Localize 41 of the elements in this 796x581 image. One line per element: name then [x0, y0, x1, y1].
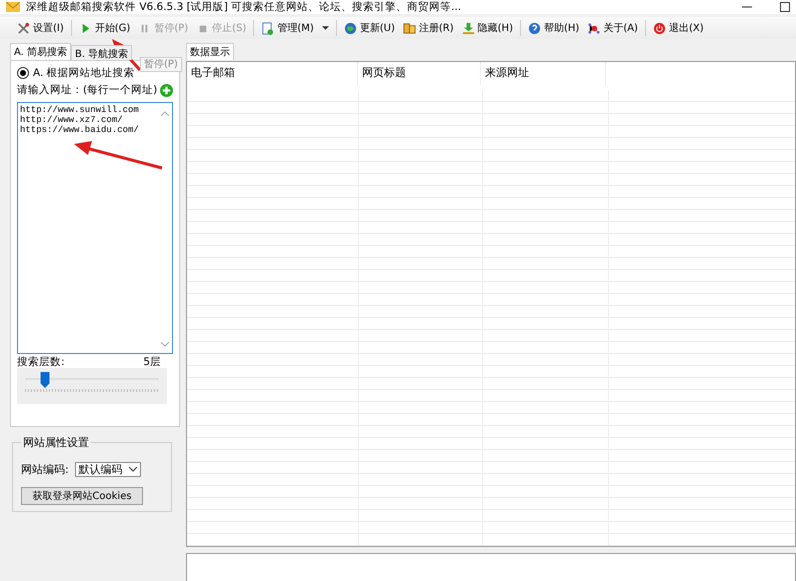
- power-icon: [652, 22, 666, 34]
- toolbar-button[interactable]: 更新(U): [340, 18, 398, 38]
- tab[interactable]: A. 简易搜索: [10, 43, 72, 60]
- nodes-icon: [587, 22, 600, 34]
- column-header[interactable]: 网页标题: [358, 62, 481, 85]
- column-header[interactable]: 电子邮箱: [187, 62, 358, 85]
- window-title: 深维超级邮箱搜索软件 V6.6.5.3 [试用版] 可搜索任意网站、论坛、搜索引擎、商贸网等...: [26, 0, 462, 14]
- toolbar-button[interactable]: 开始(G): [76, 18, 134, 38]
- help-icon: [528, 22, 541, 34]
- toolbar-button[interactable]: 隐藏(H): [458, 18, 516, 38]
- maximize-button[interactable]: [780, 2, 790, 12]
- url-prompt: 请输入网址：(每行一个网址): [17, 83, 158, 97]
- toolbar-button[interactable]: 帮助(H): [524, 18, 582, 38]
- tooltip: 暂停(P): [140, 57, 182, 72]
- encoding-dropdown[interactable]: 默认编码: [74, 462, 141, 476]
- download-icon: [462, 22, 475, 34]
- depth-reading: 5层: [143, 355, 161, 368]
- toolbar-button[interactable]: 关于(A): [584, 18, 641, 38]
- mail-icon: [6, 2, 20, 12]
- globe-icon: [344, 22, 357, 34]
- group-title: 网站属性设置: [22, 435, 90, 450]
- toolbar-button[interactable]: 注册(R): [400, 18, 457, 38]
- column-header[interactable]: 来源网址: [481, 62, 606, 85]
- slider-thumb[interactable]: [40, 372, 50, 388]
- depth-label: 搜索层数:: [17, 355, 65, 368]
- toolbar-button[interactable]: 管理(M): [258, 18, 317, 38]
- cookies-button[interactable]: 获取登录网站Cookies: [21, 487, 143, 505]
- chevron-down-icon[interactable]: [128, 466, 137, 472]
- toolbar-button[interactable]: 设置(I): [14, 18, 67, 38]
- tools-icon: [17, 22, 30, 34]
- tab[interactable]: 数据显示: [186, 43, 234, 60]
- dropdown-caret-icon[interactable]: [322, 26, 329, 30]
- radio-label: A. 根据网站地址搜索: [33, 66, 135, 80]
- encoding-label: 网站编码:: [21, 462, 69, 476]
- document-icon: [261, 22, 274, 34]
- url-list: http://www.sunwill.com http://www.xz7.com/ https://www.baidu.com/: [18, 103, 158, 137]
- toolbar-button[interactable]: 退出(X): [650, 18, 707, 38]
- tab[interactable]: B. 导航搜索: [71, 45, 132, 60]
- depth-slider[interactable]: [17, 368, 167, 404]
- radio-button[interactable]: [17, 67, 29, 79]
- add-icon[interactable]: [160, 84, 173, 96]
